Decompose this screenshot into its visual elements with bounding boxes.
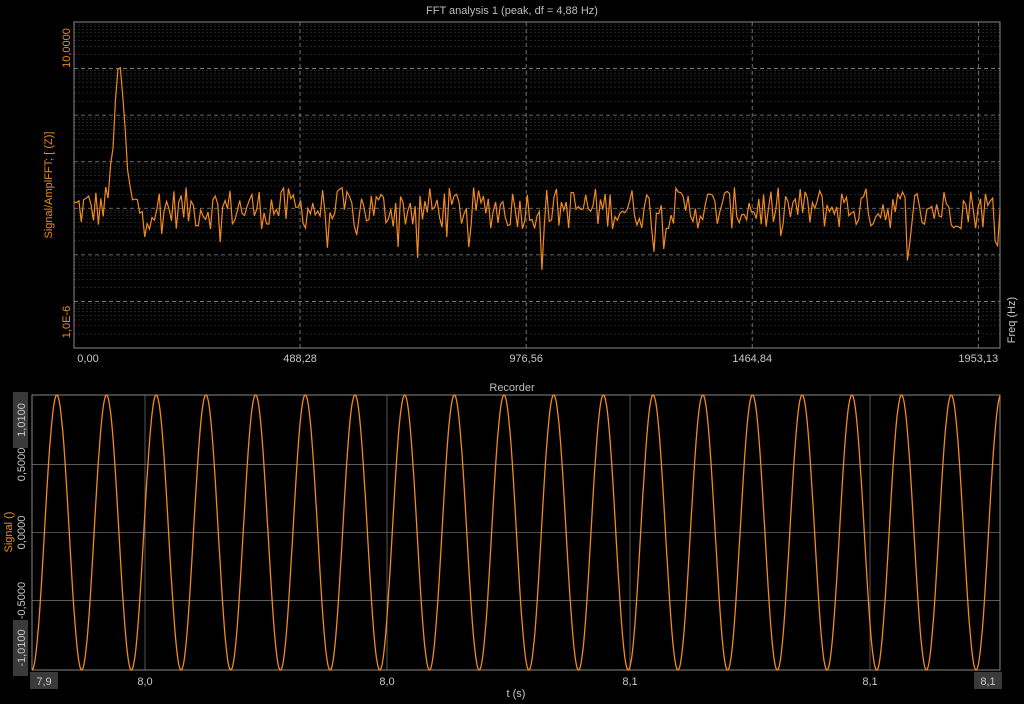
recorder-chart[interactable]: 1,0100 0,5000 0,0000 -0,5000 -1,0100 7,9 8,0 8… — [0, 0, 1024, 704]
recorder-x-tick-label: 7,9 — [36, 676, 51, 688]
recorder-x-axis-label: t (s) — [507, 688, 526, 700]
recorder-y-tick-label: -1,0100 — [16, 629, 28, 666]
recorder-y-axis-label: Signal () — [3, 512, 15, 553]
recorder-y-tick-label: -0,5000 — [16, 582, 28, 619]
recorder-x-tick-label: 8,1 — [862, 676, 877, 688]
recorder-y-tick-label: 1,0100 — [16, 403, 28, 437]
recorder-x-tick-label: 8,0 — [379, 676, 394, 688]
recorder-x-tick-label: 8,0 — [137, 676, 152, 688]
recorder-y-tick-label: 0,0000 — [16, 516, 28, 550]
recorder-x-tick-label: 8,1 — [980, 676, 995, 688]
recorder-x-tick-label: 8,1 — [622, 676, 637, 688]
recorder-y-tick-label: 0,5000 — [16, 448, 28, 482]
